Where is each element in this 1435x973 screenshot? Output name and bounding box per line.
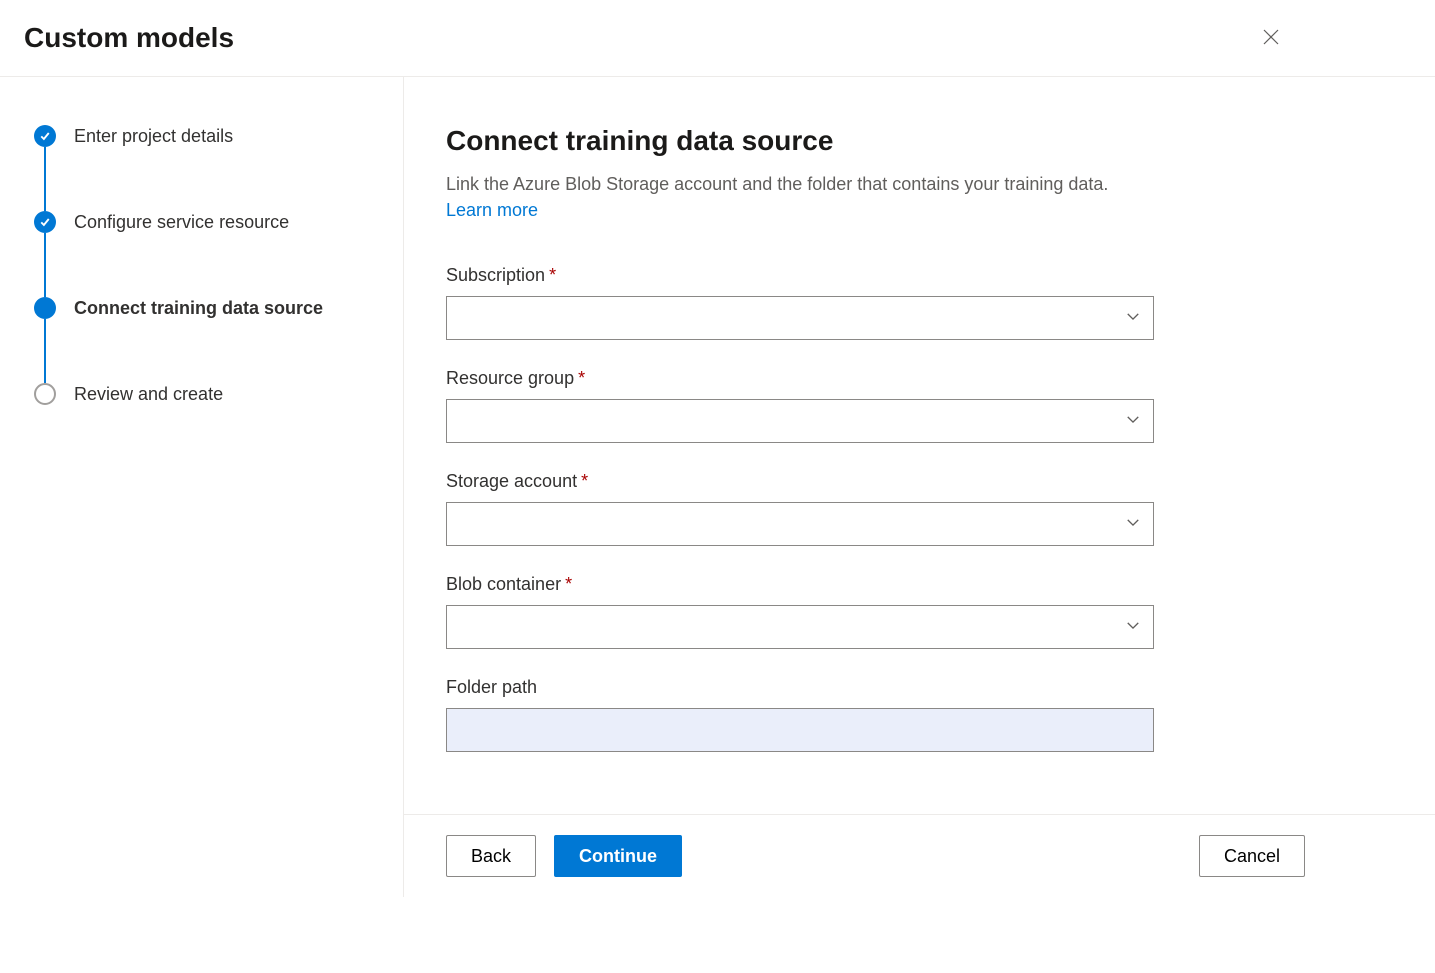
folder-path-input[interactable]	[446, 708, 1154, 752]
main-content: Connect training data source Link the Az…	[404, 77, 1435, 897]
subscription-label: Subscription*	[446, 265, 1305, 286]
close-icon	[1263, 29, 1279, 48]
step-completed-icon	[34, 125, 56, 147]
step-connector-line	[44, 147, 46, 211]
section-description: Link the Azure Blob Storage account and …	[446, 171, 1146, 223]
required-indicator: *	[565, 574, 572, 594]
wizard-step-enter-project-details[interactable]: Enter project details	[34, 125, 379, 211]
resource-group-label: Resource group*	[446, 368, 1305, 389]
continue-button[interactable]: Continue	[554, 835, 682, 877]
page-header: Custom models	[0, 0, 1435, 77]
wizard-step-review-and-create[interactable]: Review and create	[34, 383, 379, 469]
required-indicator: *	[549, 265, 556, 285]
wizard-step-configure-service-resource[interactable]: Configure service resource	[34, 211, 379, 297]
step-completed-icon	[34, 211, 56, 233]
required-indicator: *	[581, 471, 588, 491]
page-title: Custom models	[24, 22, 234, 54]
blob-container-select[interactable]	[446, 605, 1154, 649]
step-upcoming-icon	[34, 383, 56, 405]
field-label-text: Resource group	[446, 368, 574, 388]
required-indicator: *	[578, 368, 585, 388]
field-label-text: Blob container	[446, 574, 561, 594]
step-label: Enter project details	[74, 125, 233, 147]
subscription-select[interactable]	[446, 296, 1154, 340]
section-heading: Connect training data source	[446, 125, 1305, 157]
cancel-button[interactable]: Cancel	[1199, 835, 1305, 877]
learn-more-link[interactable]: Learn more	[446, 200, 538, 220]
step-current-icon	[34, 297, 56, 319]
back-button[interactable]: Back	[446, 835, 536, 877]
storage-account-label: Storage account*	[446, 471, 1305, 492]
storage-account-select[interactable]	[446, 502, 1154, 546]
wizard-footer: Back Continue Cancel	[404, 814, 1435, 897]
step-label: Connect training data source	[74, 297, 323, 319]
field-label-text: Subscription	[446, 265, 545, 285]
field-label-text: Folder path	[446, 677, 537, 697]
wizard-step-connect-training-data-source[interactable]: Connect training data source	[34, 297, 379, 383]
wizard-steps-sidebar: Enter project details Configure service …	[0, 77, 404, 897]
step-label: Review and create	[74, 383, 223, 405]
close-button[interactable]	[1251, 18, 1291, 58]
blob-container-label: Blob container*	[446, 574, 1305, 595]
section-description-text: Link the Azure Blob Storage account and …	[446, 174, 1108, 194]
step-connector-line	[44, 233, 46, 297]
field-label-text: Storage account	[446, 471, 577, 491]
step-label: Configure service resource	[74, 211, 289, 233]
resource-group-select[interactable]	[446, 399, 1154, 443]
folder-path-label: Folder path	[446, 677, 1305, 698]
step-connector-line	[44, 319, 46, 383]
